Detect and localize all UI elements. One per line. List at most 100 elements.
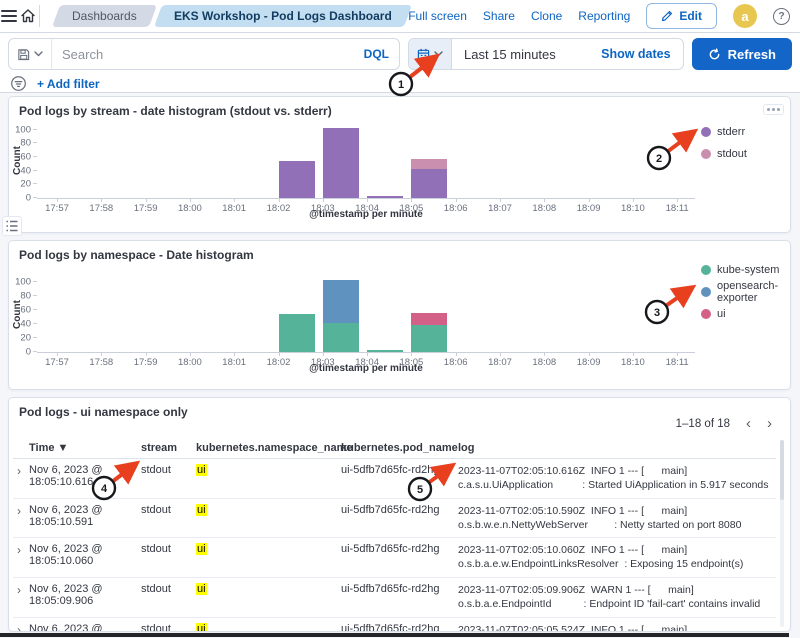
cell-log: 2023-11-07T02:05:09.906Z WARN 1 --- [ ma… xyxy=(458,583,776,613)
bar-segment-stderr[interactable] xyxy=(367,196,403,198)
calendar-icon xyxy=(417,48,430,61)
edit-label: Edit xyxy=(679,9,702,23)
legend-item-stderr[interactable]: stderr xyxy=(701,121,747,143)
edit-button[interactable]: Edit xyxy=(646,3,717,29)
help-icon[interactable]: ? xyxy=(773,8,790,25)
bar-segment-kube-system[interactable] xyxy=(367,350,403,352)
previous-page-icon[interactable]: ‹ xyxy=(746,416,751,431)
table-row[interactable]: › Nov 6, 2023 @ 18:05:10.591 stdout ui u… xyxy=(13,499,776,538)
bar-segment-stderr[interactable] xyxy=(279,161,315,198)
expand-row-icon[interactable]: › xyxy=(13,623,29,632)
reporting-link[interactable]: Reporting xyxy=(578,9,630,23)
column-header-namespace[interactable]: kubernetes.namespace_name xyxy=(196,442,341,454)
x-tick-mark xyxy=(323,352,324,356)
y-tick-mark xyxy=(33,156,37,157)
highlighted-namespace: ui xyxy=(196,623,207,632)
expand-row-icon[interactable]: › xyxy=(13,583,29,597)
table-row[interactable]: › Nov 6, 2023 @ 18:05:10.060 stdout ui u… xyxy=(13,538,776,578)
quick-select-date-button[interactable] xyxy=(409,39,452,69)
table-row[interactable]: › Nov 6, 2023 @ 18:05:05.525 stdout ui u… xyxy=(13,618,776,632)
bar-segment-kube-system[interactable] xyxy=(323,323,359,352)
clone-link[interactable]: Clone xyxy=(531,9,562,23)
full-screen-link[interactable]: Full screen xyxy=(408,9,467,23)
search-input[interactable] xyxy=(52,47,354,62)
share-link[interactable]: Share xyxy=(483,9,515,23)
x-tick-mark xyxy=(633,352,634,356)
y-tick-label: 60 xyxy=(11,152,31,163)
bar-segment-kube-system[interactable] xyxy=(411,325,447,352)
x-tick-mark xyxy=(456,198,457,202)
add-filter-button[interactable]: + Add filter xyxy=(37,77,100,91)
x-tick-mark xyxy=(589,352,590,356)
x-tick-mark xyxy=(589,198,590,202)
saved-query-menu-button[interactable] xyxy=(9,39,52,69)
expand-row-icon[interactable]: › xyxy=(13,543,29,557)
x-axis-label: @timestamp per minute xyxy=(37,363,695,374)
bar-segment-ui[interactable] xyxy=(411,313,447,326)
user-avatar[interactable]: a xyxy=(733,4,757,28)
legend-label: ui xyxy=(717,308,726,320)
x-tick-mark xyxy=(500,352,501,356)
table-row[interactable]: › Nov 6, 2023 @ 18:05:09.906 stdout ui u… xyxy=(13,578,776,618)
legend-label: opensearch-exporter xyxy=(717,280,790,304)
legend-item-ui[interactable]: ui xyxy=(701,303,790,325)
panel-pod-logs-by-stream: Pod logs by stream - date histogram (std… xyxy=(8,96,791,233)
legend-item-opensearch-exporter[interactable]: opensearch-exporter xyxy=(701,281,790,303)
legend-item-stdout[interactable]: stdout xyxy=(701,143,747,165)
bar-segment-stderr[interactable] xyxy=(411,169,447,198)
time-range-value[interactable]: Last 15 minutes xyxy=(452,47,589,62)
cell-pod-name: ui-5dfb7d65fc-rd2hg xyxy=(341,504,458,516)
breadcrumb-label: EKS Workshop - Pod Logs Dashboard xyxy=(174,9,392,23)
expand-row-icon[interactable]: › xyxy=(13,504,29,518)
x-tick-mark xyxy=(190,352,191,356)
dql-toggle[interactable]: DQL xyxy=(354,47,399,61)
column-header-stream[interactable]: stream xyxy=(141,442,196,454)
bar-segment-stderr[interactable] xyxy=(323,128,359,198)
table-body: › Nov 6, 2023 @ 18:05:10.616 stdout ui u… xyxy=(13,459,776,632)
next-page-icon[interactable]: › xyxy=(767,416,772,431)
breadcrumb-dashboards[interactable]: Dashboards xyxy=(52,5,157,27)
y-tick-mark xyxy=(33,129,37,130)
bar-segment-opensearch-exporter[interactable] xyxy=(323,280,359,323)
pencil-icon xyxy=(661,10,673,22)
breadcrumb-current-dashboard[interactable]: EKS Workshop - Pod Logs Dashboard xyxy=(154,5,412,27)
table-scrollbar[interactable] xyxy=(780,440,784,627)
namespace-histogram-chart: Count 02040608010017:5717:5817:5918:0018… xyxy=(9,241,790,389)
column-header-pod[interactable]: kubernetes.pod_name xyxy=(341,442,458,454)
x-tick-mark xyxy=(57,352,58,356)
home-icon[interactable] xyxy=(19,0,38,32)
table-row[interactable]: › Nov 6, 2023 @ 18:05:10.616 stdout ui u… xyxy=(13,459,776,499)
cell-time: Nov 6, 2023 @ 18:05:09.906 xyxy=(29,583,141,607)
x-tick-mark xyxy=(544,198,545,202)
legend-item-kube-system[interactable]: kube-system xyxy=(701,259,790,281)
bar-segment-kube-system[interactable] xyxy=(279,314,315,352)
column-header-time[interactable]: Time▼ xyxy=(29,442,141,454)
hamburger-glyph xyxy=(1,7,17,25)
refresh-button[interactable]: Refresh xyxy=(692,38,792,70)
expand-row-icon[interactable]: › xyxy=(13,464,29,478)
pagination: 1–18 of 18 ‹ › xyxy=(676,416,772,431)
x-axis-label: @timestamp per minute xyxy=(37,209,695,220)
chevron-down-icon xyxy=(34,51,43,57)
column-header-log[interactable]: log xyxy=(458,442,776,454)
chart-legend: stderrstdout xyxy=(701,121,747,165)
panel-title: Pod logs - ui namespace only xyxy=(9,398,790,419)
x-tick-mark xyxy=(279,198,280,202)
cell-time: Nov 6, 2023 @ 18:05:10.616 xyxy=(29,464,141,488)
x-tick-mark xyxy=(190,198,191,202)
filter-icon[interactable] xyxy=(10,75,27,92)
show-dates-button[interactable]: Show dates xyxy=(589,47,682,61)
highlighted-namespace: ui xyxy=(196,464,207,476)
x-tick-mark xyxy=(677,198,678,202)
pagination-count: 1–18 of 18 xyxy=(676,418,730,430)
legend-toggle-icon[interactable] xyxy=(2,216,22,236)
hamburger-menu-icon[interactable] xyxy=(0,0,19,32)
y-tick-mark xyxy=(33,183,37,184)
x-tick-mark xyxy=(57,198,58,202)
bar-segment-stdout[interactable] xyxy=(411,159,447,169)
x-tick-mark xyxy=(234,352,235,356)
y-tick-mark xyxy=(33,281,37,282)
x-tick-mark xyxy=(323,198,324,202)
cell-log: 2023-11-07T02:05:10.060Z INFO 1 --- [ ma… xyxy=(458,543,776,573)
x-tick-mark xyxy=(456,352,457,356)
